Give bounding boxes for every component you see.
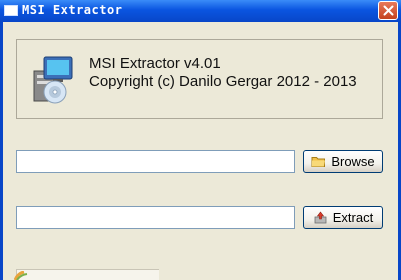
target-path-input[interactable]	[16, 206, 295, 229]
source-path-input[interactable]	[16, 150, 295, 173]
extract-icon	[314, 211, 327, 224]
window-icon	[4, 5, 18, 16]
browse-button-label: Browse	[331, 154, 375, 169]
browse-button[interactable]: Browse	[303, 150, 383, 173]
extract-button-label: Extract	[332, 210, 374, 225]
window-frame-left	[0, 22, 3, 280]
status-icon	[14, 271, 28, 280]
title-bar[interactable]: MSI Extractor	[0, 0, 401, 22]
info-panel: MSI Extractor v4.01 Copyright (c) Danilo…	[16, 39, 383, 119]
close-icon	[383, 5, 393, 16]
close-button[interactable]	[378, 1, 398, 20]
folder-icon	[311, 157, 326, 167]
bottom-panel	[16, 269, 159, 280]
app-version-text: MSI Extractor v4.01	[89, 55, 221, 72]
window-title: MSI Extractor	[22, 3, 123, 17]
extract-button[interactable]: Extract	[303, 206, 383, 229]
installer-package-icon	[33, 56, 73, 104]
copyright-text: Copyright (c) Danilo Gergar 2012 - 2013	[89, 73, 357, 90]
